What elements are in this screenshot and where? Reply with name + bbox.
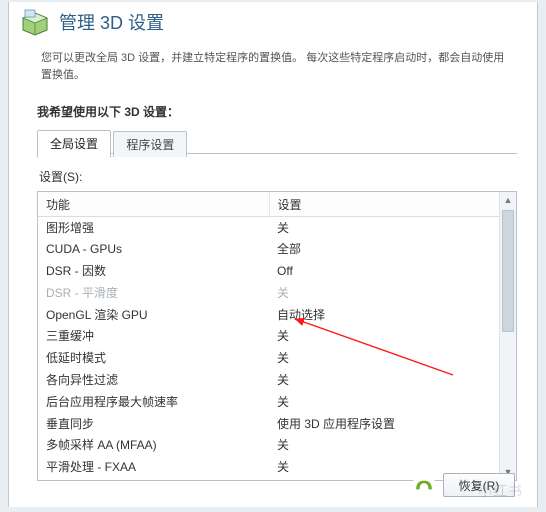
setting-cell[interactable]: 关 — [269, 326, 500, 348]
setting-cell[interactable]: 关 — [269, 370, 500, 392]
feature-cell: 垂直同步 — [38, 413, 269, 435]
column-feature[interactable]: 功能 — [38, 192, 269, 217]
feature-cell: 平滑处理 - FXAA — [38, 457, 269, 479]
table-row[interactable]: OpenGL 渲染 GPU自动选择 — [38, 304, 500, 326]
manage-3d-icon — [19, 8, 51, 36]
settings-table: 功能 设置 图形增强关CUDA - GPUs全部DSR - 因数OffDSR -… — [38, 192, 500, 480]
feature-cell: 多帧采样 AA (MFAA) — [38, 435, 269, 457]
subsection-label: 我希望使用以下 3D 设置： — [9, 93, 537, 130]
table-row[interactable]: 垂直同步使用 3D 应用程序设置 — [38, 413, 500, 435]
setting-cell[interactable]: 关 — [269, 435, 500, 457]
table-row[interactable]: 低延时模式关 — [38, 348, 500, 370]
feature-cell: CUDA - GPUs — [38, 239, 269, 261]
setting-cell[interactable]: 关 — [269, 217, 500, 239]
nvidia-logo-icon — [413, 478, 435, 492]
feature-cell: 低延时模式 — [38, 348, 269, 370]
feature-cell: 各向异性过滤 — [38, 370, 269, 392]
scroll-up-arrow[interactable]: ▲ — [500, 192, 516, 208]
tab-program-settings[interactable]: 程序设置 — [113, 131, 187, 157]
setting-cell[interactable]: Off — [269, 261, 500, 283]
panel-title: 管理 3D 设置 — [59, 9, 164, 35]
feature-cell: OpenGL 渲染 GPU — [38, 304, 269, 326]
table-row[interactable]: DSR - 因数Off — [38, 261, 500, 283]
settings-table-container: 功能 设置 图形增强关CUDA - GPUs全部DSR - 因数OffDSR -… — [37, 191, 517, 481]
panel-description: 您可以更改全局 3D 设置，并建立特定程序的置换值。 每次这些特定程序启动时，都… — [9, 38, 537, 93]
column-setting[interactable]: 设置 — [269, 192, 500, 217]
setting-cell[interactable]: 全部 — [269, 239, 500, 261]
feature-cell: 平滑处理 - 模式 — [38, 479, 269, 480]
panel-header: 管理 3D 设置 — [9, 2, 537, 38]
feature-cell: 三重缓冲 — [38, 326, 269, 348]
setting-cell[interactable]: 关 — [269, 348, 500, 370]
footer: 恢复(R) — [413, 473, 515, 497]
tab-bar: 全局设置 程序设置 — [37, 130, 517, 154]
tab-global-settings[interactable]: 全局设置 — [37, 130, 111, 158]
restore-button[interactable]: 恢复(R) — [443, 473, 515, 497]
table-row[interactable]: 图形增强关 — [38, 217, 500, 239]
table-row[interactable]: 三重缓冲关 — [38, 326, 500, 348]
table-row[interactable]: 多帧采样 AA (MFAA)关 — [38, 435, 500, 457]
table-row[interactable]: DSR - 平滑度关 — [38, 282, 500, 304]
setting-cell[interactable]: 关 — [269, 391, 500, 413]
setting-cell[interactable]: 使用 3D 应用程序设置 — [269, 413, 500, 435]
feature-cell: DSR - 平滑度 — [38, 282, 269, 304]
feature-cell: DSR - 因数 — [38, 261, 269, 283]
settings-label: 设置(S): — [39, 168, 517, 185]
table-row[interactable]: 后台应用程序最大帧速率关 — [38, 391, 500, 413]
settings-panel: 管理 3D 设置 您可以更改全局 3D 设置，并建立特定程序的置换值。 每次这些… — [8, 2, 538, 507]
table-row[interactable]: 各向异性过滤关 — [38, 370, 500, 392]
feature-cell: 图形增强 — [38, 217, 269, 239]
vertical-scrollbar[interactable]: ▲ ▼ — [499, 192, 516, 480]
table-row[interactable]: CUDA - GPUs全部 — [38, 239, 500, 261]
setting-cell[interactable]: 关 — [269, 282, 500, 304]
feature-cell: 后台应用程序最大帧速率 — [38, 391, 269, 413]
setting-cell[interactable]: 自动选择 — [269, 304, 500, 326]
scroll-thumb[interactable] — [502, 210, 514, 332]
